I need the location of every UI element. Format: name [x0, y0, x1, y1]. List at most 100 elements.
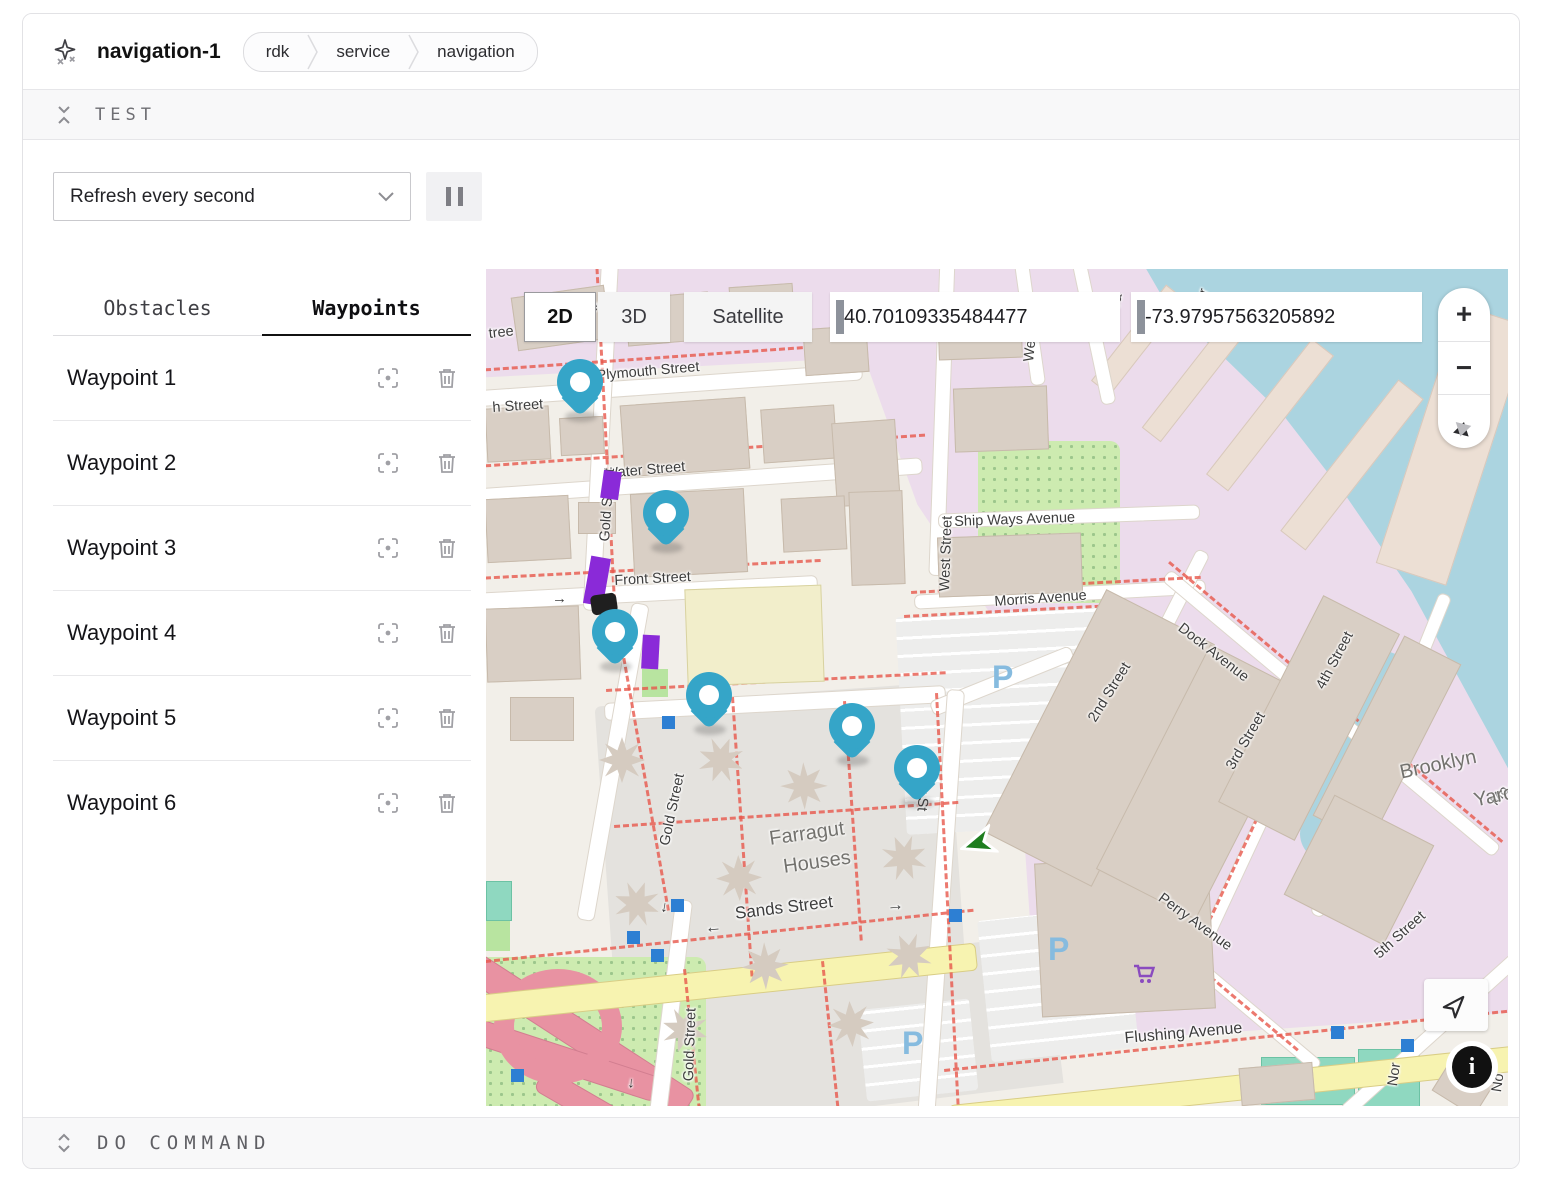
focus-waypoint-button[interactable]: [377, 622, 399, 644]
focus-waypoint-button[interactable]: [377, 537, 399, 559]
map-satellite-button[interactable]: Satellite: [684, 292, 812, 342]
waypoint-row: Waypoint 6: [53, 761, 471, 845]
delete-waypoint-button[interactable]: [437, 367, 457, 389]
breadcrumb-separator: [408, 34, 419, 70]
breadcrumb-item-service[interactable]: service: [318, 42, 408, 62]
traffic-signal: [627, 931, 640, 944]
parking-label: P: [1048, 933, 1069, 965]
tab-obstacles[interactable]: Obstacles: [53, 284, 262, 335]
focus-waypoint-button[interactable]: [377, 367, 399, 389]
building: [781, 495, 848, 552]
traffic-signal: [1401, 1039, 1414, 1052]
breadcrumb: rdk service navigation: [243, 32, 538, 72]
service-sparkle-icon: [53, 38, 81, 66]
building: [953, 385, 1049, 452]
focus-waypoint-button[interactable]: [377, 707, 399, 729]
do-command-label: DO COMMAND: [97, 1132, 271, 1154]
breadcrumb-item-navigation[interactable]: navigation: [419, 42, 533, 62]
waypoint-list: Waypoint 1 Waypoint 2 Waypoint 3 Waypoint 4…: [53, 336, 471, 845]
locate-button[interactable]: [1424, 979, 1488, 1031]
map-zoom-control: +−: [1438, 288, 1490, 448]
refresh-rate-select[interactable]: Refresh every second: [53, 172, 411, 221]
map-canvas[interactable]: Plymouth Streeth StreetWater StreetFront…: [486, 269, 1508, 1106]
traffic-signal: [671, 899, 684, 912]
parking-label: P: [902, 1027, 923, 1059]
info-icon: i: [1452, 1046, 1492, 1088]
longitude-input[interactable]: [1143, 305, 1438, 330]
building: [760, 404, 838, 463]
parking-label: P: [992, 661, 1013, 693]
waypoint-row: Waypoint 4: [53, 591, 471, 676]
compass-button[interactable]: [1438, 394, 1490, 448]
do-command-section-header[interactable]: DO COMMAND: [23, 1117, 1519, 1168]
pause-button[interactable]: [426, 172, 482, 221]
traffic-signal: [1331, 1026, 1344, 1039]
zoom-in-button[interactable]: +: [1438, 288, 1490, 341]
map-2d-button[interactable]: 2D: [524, 292, 596, 342]
street-label: ←: [704, 918, 722, 936]
focus-waypoint-button[interactable]: [377, 452, 399, 474]
obstacle-box: [600, 470, 622, 500]
delete-waypoint-button[interactable]: [437, 792, 457, 814]
waypoint-row: Waypoint 2: [53, 421, 471, 506]
latitude-field: [830, 292, 1120, 342]
traffic-signal: [949, 909, 962, 922]
street-label: tree: [488, 324, 514, 341]
waypoint-label: Waypoint 2: [67, 450, 339, 476]
latitude-input[interactable]: [842, 305, 1136, 330]
street-label: ↓: [627, 1075, 636, 1091]
street-label: h Street: [492, 397, 544, 415]
zoom-out-button[interactable]: −: [1438, 341, 1490, 395]
waypoint-marker[interactable]: [894, 745, 940, 809]
traffic-signal: [662, 716, 675, 729]
building: [937, 533, 1083, 598]
delete-waypoint-button[interactable]: [437, 452, 457, 474]
grass-patch: [642, 669, 668, 697]
navigation-arrow-icon: [1438, 987, 1475, 1024]
building: [510, 697, 574, 741]
test-section-label: TEST: [95, 105, 156, 125]
focus-waypoint-button[interactable]: [377, 792, 399, 814]
pause-icon: [446, 187, 451, 206]
test-section-header[interactable]: TEST: [23, 90, 1519, 140]
waypoint-label: Waypoint 3: [67, 535, 339, 561]
street-label: Nor: [1386, 1062, 1404, 1087]
left-panel: Obstacles Waypoints Waypoint 1 Waypoint 2…: [53, 284, 471, 845]
waypoint-marker[interactable]: [686, 672, 732, 736]
building: [486, 605, 581, 682]
supermarket-cart-icon: [1132, 963, 1156, 990]
building: [1238, 1062, 1315, 1106]
traffic-signal: [651, 949, 664, 962]
tab-bar: Obstacles Waypoints: [53, 284, 471, 336]
sports-pitch: [486, 881, 512, 921]
longitude-field: [1131, 292, 1422, 342]
traffic-signal: [511, 1069, 524, 1082]
breadcrumb-separator: [307, 34, 318, 70]
navigation-card: navigation-1 rdk service navigation TEST…: [22, 13, 1520, 1169]
building: [486, 495, 572, 563]
tab-waypoints[interactable]: Waypoints: [262, 284, 471, 336]
page-title: navigation-1: [97, 40, 221, 64]
waypoint-row: Waypoint 3: [53, 506, 471, 591]
waypoint-marker[interactable]: [829, 703, 875, 767]
waypoint-marker[interactable]: [643, 490, 689, 554]
building: [848, 490, 905, 586]
card-header: navigation-1 rdk service navigation: [23, 14, 1519, 90]
waypoint-marker[interactable]: [592, 609, 638, 673]
delete-waypoint-button[interactable]: [437, 707, 457, 729]
map-info-button[interactable]: i: [1446, 1041, 1498, 1093]
expand-icon: [55, 1133, 73, 1153]
waypoint-row: Waypoint 5: [53, 676, 471, 761]
refresh-rate-value: Refresh every second: [70, 186, 255, 208]
breadcrumb-item-rdk[interactable]: rdk: [248, 42, 308, 62]
delete-waypoint-button[interactable]: [437, 537, 457, 559]
map-3d-button[interactable]: 3D: [598, 292, 670, 342]
street-label: →: [886, 896, 904, 914]
waypoint-label: Waypoint 1: [67, 365, 339, 391]
street-label: West Street: [938, 516, 955, 592]
waypoint-label: Waypoint 6: [67, 790, 339, 816]
waypoint-marker[interactable]: [557, 359, 603, 423]
delete-waypoint-button[interactable]: [437, 622, 457, 644]
chevron-down-icon: [378, 192, 394, 202]
waypoint-row: Waypoint 1: [53, 336, 471, 421]
